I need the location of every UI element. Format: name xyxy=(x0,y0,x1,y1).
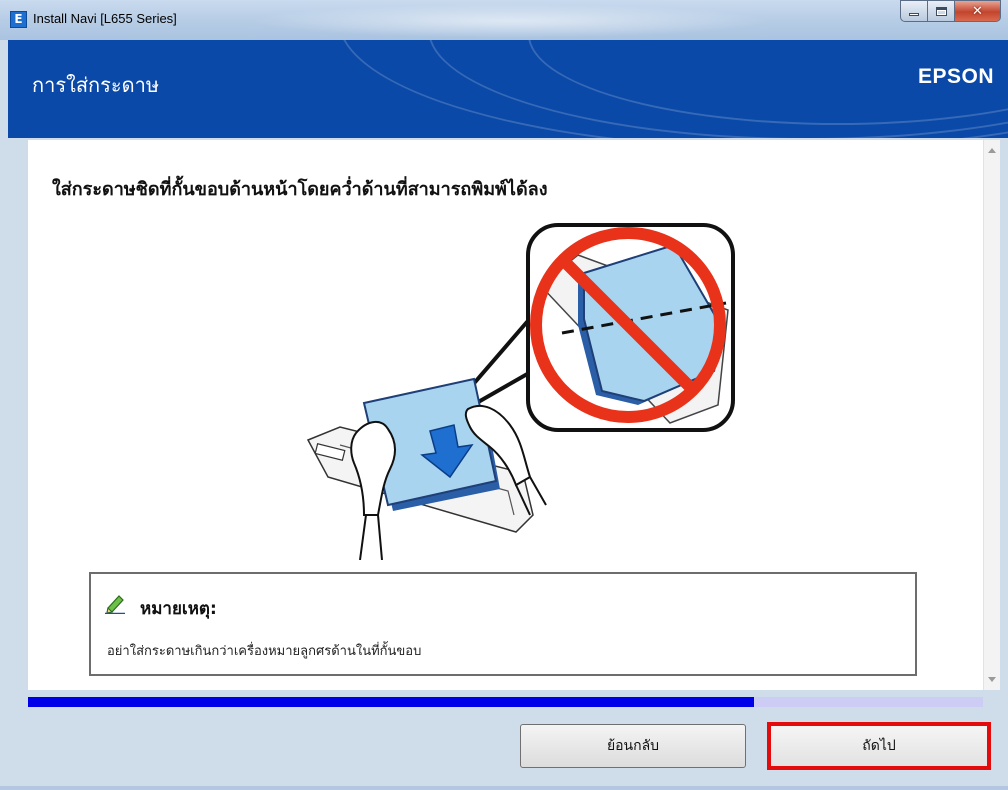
scroll-up-icon[interactable] xyxy=(988,148,996,153)
page-title: การใส่กระดาษ xyxy=(32,73,160,97)
progress-bar xyxy=(28,697,983,707)
close-button[interactable]: ✕ xyxy=(955,0,1001,22)
maximize-icon xyxy=(935,6,947,16)
content-pane: ใส่กระดาษชิดที่กั้นขอบด้านหน้าโดยคว่ำด้า… xyxy=(28,140,983,690)
note-title: หมายเหตุ: xyxy=(140,599,217,619)
window-bottom-edge xyxy=(0,786,1008,790)
scroll-down-icon[interactable] xyxy=(988,677,996,682)
next-button[interactable]: ถัดไป xyxy=(767,722,991,770)
note-text: อย่าใส่กระดาษเกินกว่าเครื่องหมายลูกศรด้า… xyxy=(107,644,422,659)
paper-loading-illustration xyxy=(306,223,735,560)
left-arm xyxy=(359,514,383,560)
instruction-heading: ใส่กระดาษชิดที่กั้นขอบด้านหน้าโดยคว่ำด้า… xyxy=(52,179,548,200)
installer-window: E Install Navi [L655 Series] ✕ การใส่กระ… xyxy=(0,0,1008,790)
window-controls: ✕ xyxy=(900,0,1001,22)
title-bar[interactable]: E Install Navi [L655 Series] ✕ xyxy=(0,0,1008,40)
page-header: การใส่กระดาษ EPSON xyxy=(8,40,1008,138)
pencil-icon xyxy=(105,595,125,614)
progress-fill xyxy=(28,697,754,707)
app-icon[interactable]: E xyxy=(10,11,27,28)
note-box: หมายเหตุ: อย่าใส่กระดาษเกินกว่าเครื่องหม… xyxy=(89,572,917,676)
window-title: Install Navi [L655 Series] xyxy=(33,11,177,26)
back-button[interactable]: ย้อนกลับ xyxy=(520,724,746,768)
title-bar-sheen xyxy=(250,4,770,38)
minimize-button[interactable] xyxy=(900,0,928,22)
brand-logo: EPSON xyxy=(917,65,994,88)
close-icon: ✕ xyxy=(972,3,983,19)
vertical-scrollbar[interactable] xyxy=(983,140,1000,690)
maximize-button[interactable] xyxy=(928,0,955,22)
minimize-icon xyxy=(909,12,919,16)
